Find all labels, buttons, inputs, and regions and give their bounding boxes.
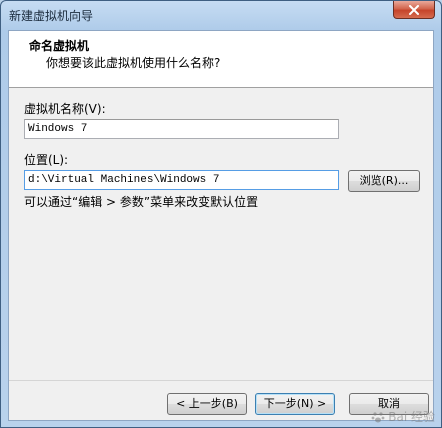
page-subtitle: 你想要该此虚拟机使用什么名称? — [46, 56, 221, 70]
vm-name-label: 虚拟机名称(V): — [24, 102, 106, 116]
close-icon — [409, 4, 419, 15]
watermark: Bai 经验 — [371, 408, 435, 425]
dialog-body: 命名虚拟机 你想要该此虚拟机使用什么名称? 虚拟机名称(V): Windows … — [8, 30, 434, 421]
next-button[interactable]: 下一步(N) > — [255, 393, 335, 415]
paw-icon — [371, 411, 385, 422]
page-title: 命名虚拟机 — [29, 39, 90, 53]
browse-button[interactable]: 浏览(R)... — [348, 170, 420, 192]
footer-divider — [9, 380, 433, 381]
location-hint: 可以通过“编辑 > 参数”菜单来改变默认位置 — [24, 195, 259, 209]
window-title: 新建虚拟机向导 — [9, 9, 94, 23]
header-panel: 命名虚拟机 你想要该此虚拟机使用什么名称? — [9, 31, 433, 88]
location-label: 位置(L): — [24, 153, 69, 167]
wizard-window: 新建虚拟机向导 命名虚拟机 你想要该此虚拟机使用什么名称? 虚拟机名称(V): … — [0, 0, 442, 428]
watermark-text: Bai 经验 — [388, 410, 435, 424]
back-button[interactable]: < 上一步(B) — [167, 393, 247, 415]
title-bar[interactable]: 新建虚拟机向导 — [1, 1, 441, 29]
location-input[interactable]: d:\Virtual Machines\Windows 7 — [24, 170, 339, 190]
close-button[interactable] — [393, 1, 435, 19]
vm-name-input[interactable]: Windows 7 — [24, 119, 339, 139]
